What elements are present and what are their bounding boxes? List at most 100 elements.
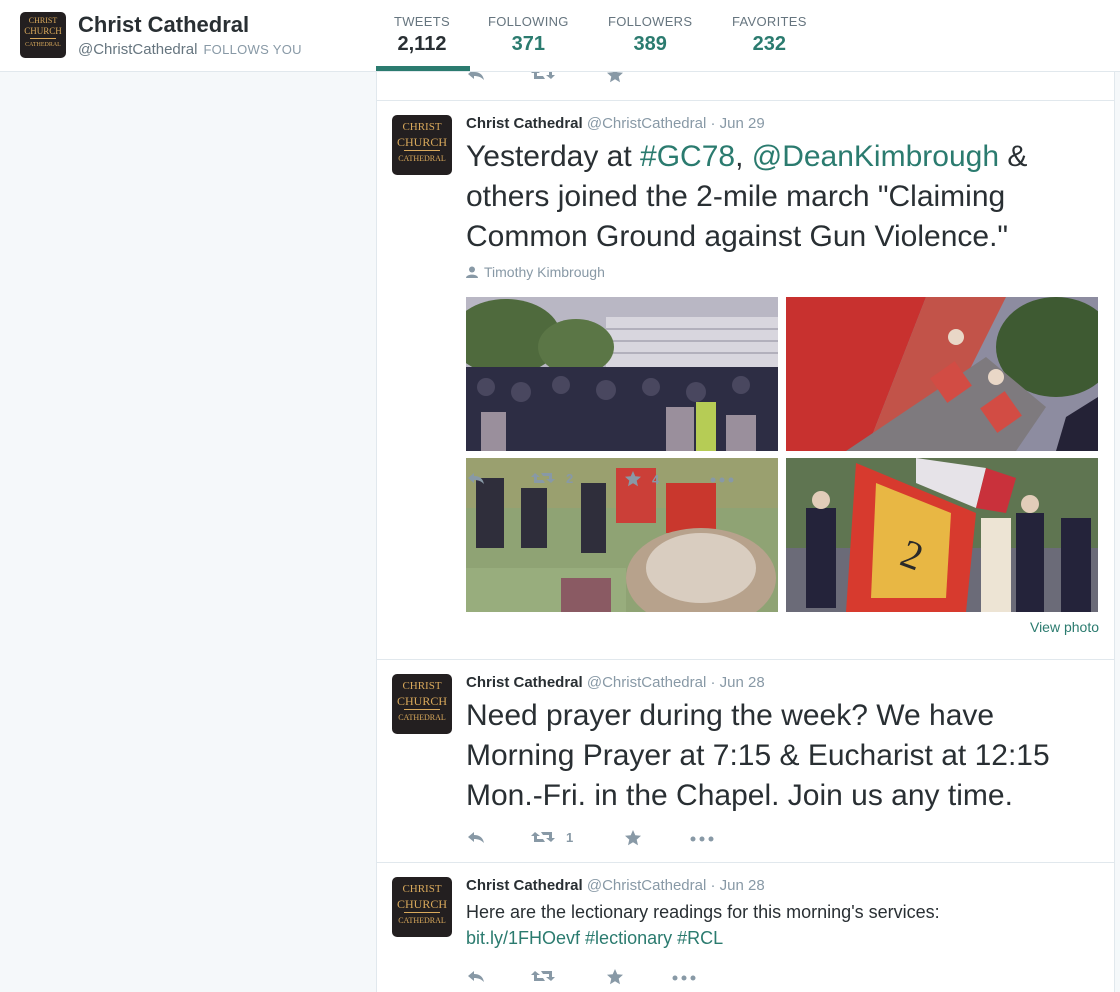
- tweet-text-line: Here are the lectionary readings for thi…: [466, 902, 940, 922]
- profile-header-bar: CHRIST CHURCH CATHEDRAL Christ Cathedral…: [0, 0, 1120, 72]
- retweet-count: 1: [566, 829, 574, 845]
- retweet-button[interactable]: 2: [530, 470, 573, 486]
- stat-label: FOLLOWING: [488, 14, 569, 29]
- retweet-icon[interactable]: [530, 72, 556, 82]
- tweet-text-segment: Yesterday at: [466, 140, 641, 173]
- retweet-icon: [531, 832, 555, 842]
- stat-favorites[interactable]: FAVORITES 232: [732, 14, 807, 56]
- profile-name[interactable]: Christ Cathedral: [78, 12, 249, 38]
- reply-icon[interactable]: [466, 968, 486, 984]
- retweet-icon[interactable]: [530, 968, 556, 984]
- logo-line3: CATHEDRAL: [398, 154, 446, 163]
- tweet-timeline: CHRIST CHURCH CATHEDRAL Christ Cathedral…: [376, 72, 1115, 992]
- stat-label: FAVORITES: [732, 14, 807, 29]
- favorite-icon[interactable]: [624, 829, 642, 847]
- person-icon: [466, 266, 478, 278]
- tweet-item[interactable]: CHRIST CHURCH CATHEDRAL Christ Cathedral…: [377, 100, 1114, 660]
- photo-grid: 2: [466, 297, 1098, 612]
- tagged-user-name: Timothy Kimbrough: [484, 264, 605, 280]
- tweet-text-segment: ,: [735, 140, 752, 173]
- reply-icon[interactable]: [466, 829, 486, 845]
- stat-value: 2,112: [397, 33, 447, 55]
- logo-line1: CHRIST: [402, 883, 442, 895]
- active-tab-underline: [376, 66, 470, 71]
- previous-tweet-fragment: [377, 72, 1114, 101]
- logo-line3: CATHEDRAL: [398, 713, 446, 722]
- more-icon[interactable]: [672, 975, 696, 981]
- logo-line2: CHURCH: [24, 26, 62, 36]
- tweet-actions: 1: [466, 829, 766, 851]
- stat-following[interactable]: FOLLOWING 371: [488, 14, 569, 56]
- logo-rule: [404, 150, 440, 151]
- tweet-text: Here are the lectionary readings for thi…: [466, 899, 1106, 951]
- url-link[interactable]: bit.ly/1FHOevf: [466, 928, 580, 948]
- logo-line2: CHURCH: [396, 897, 447, 911]
- tweet-avatar[interactable]: CHRIST CHURCH CATHEDRAL: [392, 115, 452, 175]
- logo-line2: CHURCH: [396, 694, 447, 708]
- logo-line1: CHRIST: [402, 121, 442, 133]
- tweet-timestamp[interactable]: Jun 28: [720, 877, 765, 894]
- tweet-photo[interactable]: 2: [786, 458, 1098, 612]
- reply-icon[interactable]: [466, 470, 486, 486]
- stat-tweets[interactable]: TWEETS 2,112: [394, 14, 450, 56]
- tweet-author-handle[interactable]: @ChristCathedral: [587, 115, 706, 132]
- profile-avatar[interactable]: CHRIST CHURCH CATHEDRAL: [20, 12, 66, 58]
- retweet-button[interactable]: 1: [530, 829, 573, 845]
- view-photo-link[interactable]: View photo: [1030, 619, 1099, 635]
- logo-line1: CHRIST: [402, 680, 442, 692]
- tweet-author-name[interactable]: Christ Cathedral: [466, 877, 583, 894]
- retweet-count: 2: [566, 470, 574, 486]
- tweet-actions: 2 4: [466, 470, 766, 492]
- tweet-text: Need prayer during the week? We have Mor…: [466, 699, 1050, 812]
- hashtag-link[interactable]: #lectionary: [585, 928, 672, 948]
- tweet-header: Christ Cathedral @ChristCathedral · Jun …: [466, 877, 765, 894]
- logo-rule: [404, 912, 440, 913]
- stat-value: 371: [511, 33, 546, 55]
- logo-line3: CATHEDRAL: [25, 42, 61, 48]
- tweet-author-name[interactable]: Christ Cathedral: [466, 674, 583, 691]
- favorite-icon[interactable]: [606, 72, 624, 84]
- tweet-separator: ·: [710, 674, 716, 691]
- favorite-icon[interactable]: [606, 968, 624, 986]
- hashtag-link[interactable]: #GC78: [640, 140, 735, 173]
- stat-value: 232: [752, 33, 787, 55]
- logo-line3: CATHEDRAL: [398, 916, 446, 925]
- more-icon[interactable]: [710, 477, 734, 483]
- tagged-user[interactable]: Timothy Kimbrough: [466, 264, 605, 280]
- tweet-photo[interactable]: [786, 297, 1098, 451]
- tweet-separator: ·: [710, 115, 716, 132]
- tweet-author-name[interactable]: Christ Cathedral: [466, 115, 583, 132]
- logo-line1: CHRIST: [28, 16, 58, 25]
- logo-rule: [30, 38, 56, 39]
- tweet-author-handle[interactable]: @ChristCathedral: [587, 674, 706, 691]
- more-icon[interactable]: [690, 836, 714, 842]
- follows-you-badge: FOLLOWS YOU: [203, 42, 302, 57]
- tweet-author-handle[interactable]: @ChristCathedral: [587, 877, 706, 894]
- tweet-item[interactable]: CHRIST CHURCH CATHEDRAL Christ Cathedral…: [377, 659, 1114, 863]
- favorite-count: 4: [652, 471, 660, 487]
- hashtag-link[interactable]: #RCL: [677, 928, 723, 948]
- retweet-icon: [531, 473, 555, 483]
- tweet-header: Christ Cathedral @ChristCathedral · Jun …: [466, 674, 765, 691]
- stat-label: TWEETS: [394, 14, 450, 29]
- tweet-actions: [466, 72, 766, 88]
- logo-line2: CHURCH: [396, 135, 447, 149]
- tweet-timestamp[interactable]: Jun 29: [720, 115, 765, 132]
- stat-followers[interactable]: FOLLOWERS 389: [608, 14, 692, 56]
- tweet-actions: [466, 968, 766, 990]
- tweet-avatar[interactable]: CHRIST CHURCH CATHEDRAL: [392, 877, 452, 937]
- stat-value: 389: [633, 33, 667, 55]
- tweet-text: Yesterday at #GC78, @DeanKimbrough & oth…: [466, 137, 1106, 257]
- favorite-button[interactable]: 4: [624, 470, 659, 488]
- tweet-item[interactable]: CHRIST CHURCH CATHEDRAL Christ Cathedral…: [377, 862, 1114, 992]
- profile-handle[interactable]: @ChristCathedral: [78, 41, 197, 58]
- tweet-separator: ·: [710, 877, 716, 894]
- tweet-timestamp[interactable]: Jun 28: [720, 674, 765, 691]
- favorite-icon: [625, 471, 641, 487]
- tweet-header: Christ Cathedral @ChristCathedral · Jun …: [466, 115, 765, 132]
- profile-handle-row: @ChristCathedral FOLLOWS YOU: [78, 41, 302, 58]
- tweet-photo[interactable]: [466, 297, 778, 451]
- reply-icon[interactable]: [466, 72, 486, 82]
- tweet-avatar[interactable]: CHRIST CHURCH CATHEDRAL: [392, 674, 452, 734]
- mention-link[interactable]: @DeanKimbrough: [752, 140, 999, 173]
